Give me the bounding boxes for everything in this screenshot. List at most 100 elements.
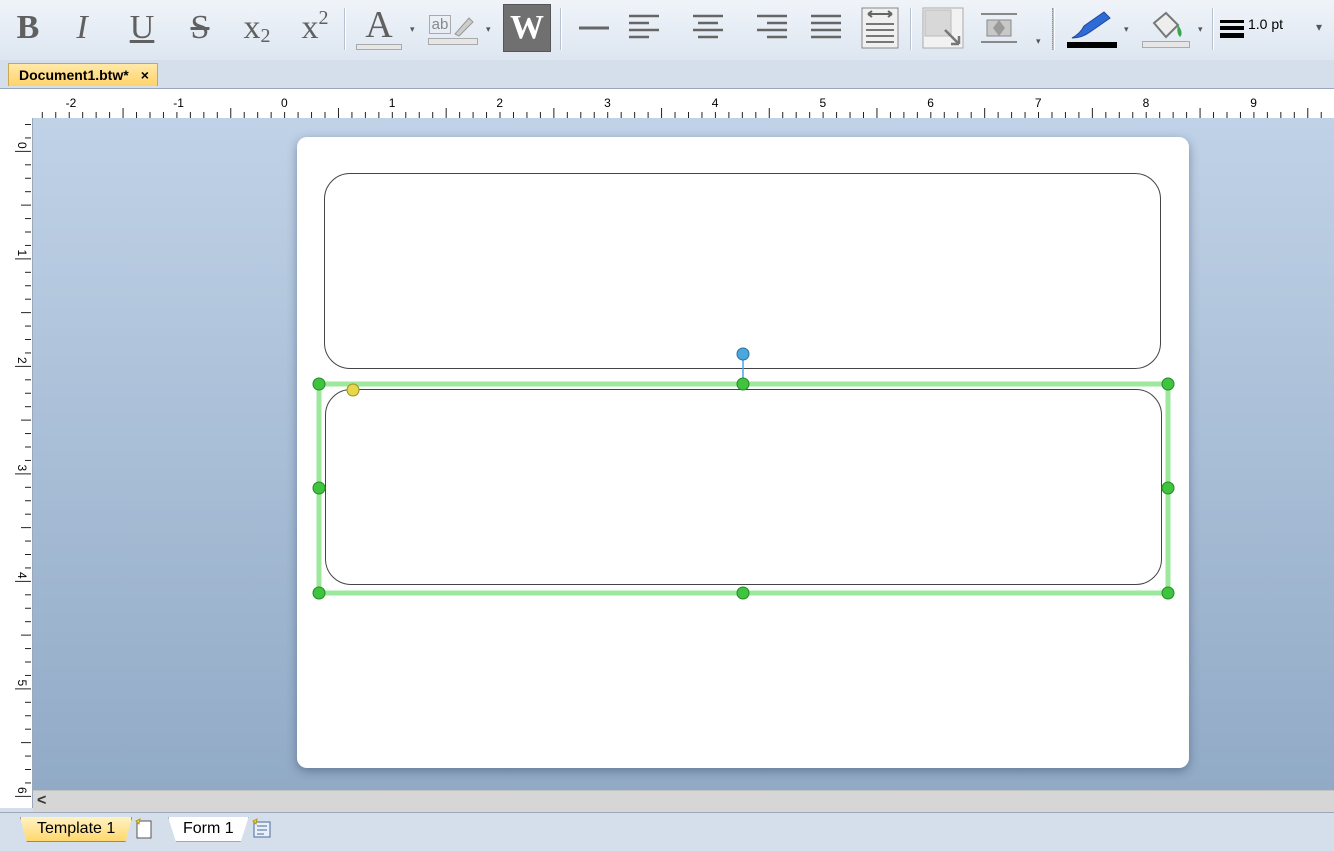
font-color-dropdown-icon[interactable]: ▾ [410, 24, 415, 35]
toolbar-separator [1212, 8, 1214, 50]
line-color-swatch [1067, 42, 1117, 48]
strikethrough-label: S [190, 9, 210, 46]
align-center-icon [693, 14, 723, 39]
tab-template-1[interactable]: Template 1 [20, 817, 133, 842]
ruler-label: 4 [15, 572, 29, 579]
superscript-button[interactable]: x2 [294, 6, 336, 50]
ruler-label: 0 [15, 142, 29, 149]
bold-button[interactable]: B [10, 6, 46, 50]
ruler-label: 2 [496, 96, 503, 110]
document-tab-bar: Document1.btw* × [0, 60, 1334, 88]
ruler-label: 2 [15, 357, 29, 364]
align-left-button[interactable] [624, 6, 664, 50]
fill-color-dropdown-icon[interactable]: ▾ [1198, 24, 1203, 35]
justify-button[interactable] [806, 6, 846, 50]
highlight-button[interactable]: ab [426, 6, 480, 50]
line-icon [579, 26, 609, 30]
word-wrap-letter: W [510, 9, 544, 46]
ruler-label: 1 [389, 96, 396, 110]
highlight-dropdown-icon[interactable]: ▾ [486, 24, 491, 35]
design-canvas[interactable] [33, 118, 1334, 790]
italic-label: I [76, 9, 88, 46]
tab-template-1-label: Template 1 [37, 820, 116, 837]
document-tab-title: Document1.btw* [19, 67, 129, 83]
line-color-button[interactable] [1064, 6, 1120, 50]
center-object-button[interactable] [974, 6, 1024, 50]
paint-bucket-icon [1152, 11, 1182, 38]
ruler-label: -2 [66, 96, 77, 110]
rounded-rectangle-top[interactable] [324, 173, 1161, 369]
label-page[interactable] [297, 137, 1189, 768]
new-template-button[interactable] [132, 817, 156, 841]
resize-to-fit-button[interactable] [918, 6, 968, 50]
ruler-label: 3 [604, 96, 611, 110]
justify-icon [811, 14, 841, 39]
ruler-label: 5 [820, 96, 827, 110]
align-center-button[interactable] [688, 6, 728, 50]
horizontal-ruler-graphic: -2 -1 0 1 2 3 4 5 6 7 8 9 [41, 96, 1322, 118]
horizontal-ruler[interactable]: -2 -1 0 1 2 3 4 5 6 7 8 9 [0, 88, 1334, 120]
toolbar-separator [560, 8, 562, 50]
ruler-label: 8 [1143, 96, 1150, 110]
vertical-ruler[interactable]: 0 1 2 3 4 5 6 [0, 118, 33, 808]
ruler-label: 6 [927, 96, 934, 110]
highlight-text: ab [428, 15, 452, 34]
subscript-button[interactable]: x2 [236, 6, 278, 50]
center-object-icon [981, 13, 1017, 43]
subscript-sub: 2 [260, 25, 271, 47]
ruler-label: 1 [15, 250, 29, 257]
horizontal-scrollbar[interactable]: < [33, 790, 1334, 813]
tab-form-1-label: Form 1 [183, 820, 234, 837]
sheet-tab-bar: Template 1 Form 1 [0, 812, 1334, 851]
bold-label: B [16, 9, 40, 46]
toolbar-overflow-icon[interactable]: ▾ [1036, 36, 1041, 47]
fit-width-button[interactable] [858, 6, 902, 50]
ruler-label: 5 [15, 680, 29, 687]
ruler-label: -1 [173, 96, 184, 110]
toolbar-separator [910, 8, 912, 50]
toolbar-separator [344, 8, 346, 50]
font-color-swatch [356, 44, 402, 50]
underline-button[interactable]: U [124, 6, 160, 50]
new-form-button[interactable] [250, 817, 274, 841]
align-left-icon [629, 14, 659, 39]
word-wrap-button[interactable]: W [503, 4, 551, 52]
strikethrough-button[interactable]: S [182, 6, 218, 50]
ruler-label: 3 [15, 465, 29, 472]
new-template-icon [135, 818, 152, 839]
toolbar-separator [1052, 8, 1055, 50]
align-right-button[interactable] [752, 6, 792, 50]
pen-icon [1071, 11, 1111, 39]
new-form-icon [252, 818, 271, 838]
underline-label: U [129, 9, 155, 46]
align-right-icon [757, 14, 787, 39]
fill-color-swatch [1142, 40, 1190, 48]
font-color-letter: A [365, 4, 393, 46]
rounded-rectangle-selected[interactable] [325, 389, 1162, 585]
tab-form-1[interactable]: Form 1 [168, 817, 249, 842]
italic-button[interactable]: I [66, 6, 98, 50]
ruler-label: 6 [15, 787, 29, 794]
close-icon[interactable]: × [141, 67, 149, 83]
fit-width-icon [861, 7, 899, 49]
highlight-icon: ab [428, 12, 478, 38]
ruler-label: 7 [1035, 96, 1042, 110]
vertical-ruler-graphic: 0 1 2 3 4 5 6 [15, 124, 31, 797]
formatting-toolbar: B I U S x2 x2 A ▾ ab ▾ W ▾ ▾ ▾ 1.0 pt ▾ [0, 0, 1334, 61]
resize-icon [922, 7, 964, 49]
line-color-dropdown-icon[interactable]: ▾ [1124, 24, 1129, 35]
ruler-label: 4 [712, 96, 719, 110]
font-color-button[interactable]: A [354, 6, 404, 50]
ruler-label: 0 [281, 96, 288, 110]
scroll-left-arrow-icon[interactable]: < [37, 792, 46, 810]
highlight-swatch [428, 37, 478, 45]
subscript-base: x [243, 9, 261, 46]
ruler-label: 9 [1250, 96, 1257, 110]
line-weight-value: 1.0 pt [1248, 16, 1284, 32]
document-tab[interactable]: Document1.btw* × [8, 63, 158, 86]
line-weight-icon [1220, 20, 1244, 38]
line-weight-dropdown-icon[interactable]: ▾ [1316, 20, 1322, 34]
fill-color-button[interactable] [1140, 6, 1192, 50]
superscript-sup: 2 [318, 7, 329, 29]
line-tool-button[interactable] [574, 6, 614, 50]
